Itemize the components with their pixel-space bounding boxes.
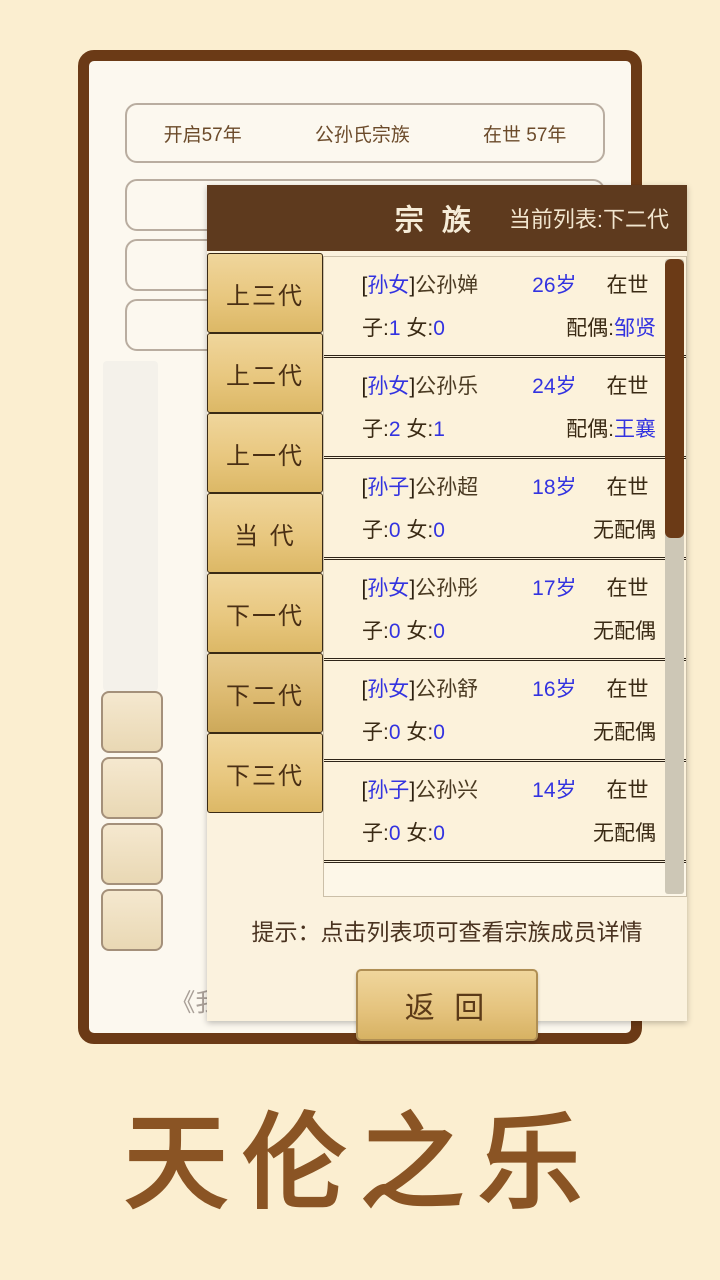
member-status: 在世 <box>606 476 649 499</box>
member-relation-text: 孙女 <box>367 678 410 701</box>
member-children-count: 子:0 女:0 <box>362 620 445 643</box>
member-children-count: 子:0 女:0 <box>362 822 445 845</box>
member-name-text: 公孙兴 <box>415 779 479 802</box>
member-primary-line: [孙女]公孙乐 24岁 在世 <box>340 370 670 400</box>
member-children-count: 子:0 女:0 <box>362 721 445 744</box>
generation-button[interactable]: 上一代 <box>207 413 323 493</box>
background-tab <box>101 889 163 951</box>
member-status: 在世 <box>606 678 649 701</box>
member-relation-text: 孙女 <box>367 577 410 600</box>
member-name: [孙女]公孙舒 <box>361 673 478 703</box>
member-status: 在世 <box>606 274 649 297</box>
list-scrollbar[interactable] <box>665 259 684 894</box>
member-age: 24岁 <box>532 375 577 398</box>
member-children-count: 子:2 女:1 <box>362 418 445 441</box>
member-relation-text: 孙子 <box>367 476 410 499</box>
member-secondary-line: 子:0 女:0 无配偶 <box>340 514 670 544</box>
member-name-text: 公孙彤 <box>415 577 479 600</box>
member-secondary-line: 子:1 女:0 配偶:邹贤 <box>340 312 670 342</box>
game-title: 天伦之乐 <box>123 1101 596 1224</box>
member-relation: [孙女] <box>361 577 416 600</box>
generation-button[interactable]: 下一代 <box>207 573 323 653</box>
member-secondary-line: 子:2 女:1 配偶:王襄 <box>340 413 670 443</box>
game-screen-frame: 开启57年 公孙氏宗族 在世 57年 《我的宗族》版本号 <box>78 50 687 1044</box>
member-status: 在世 <box>606 577 649 600</box>
member-secondary-line: 子:0 女:0 无配偶 <box>340 716 670 746</box>
member-relation: [孙子] <box>361 476 416 499</box>
member-relation: [孙女] <box>361 678 416 701</box>
member-list-item[interactable]: [孙子]公孙超 18岁 在世子:0 女:0 无配偶 <box>324 459 686 560</box>
member-spouse: 配偶:邹贤 <box>566 317 656 340</box>
member-relation-text: 孙女 <box>367 375 410 398</box>
member-spouse: 无配偶 <box>593 519 656 542</box>
dialog-footer: 提示：点击列表项可查看宗族成员详情 返 回 <box>207 897 687 1041</box>
background-tab-strip <box>101 691 163 955</box>
member-name-text: 公孙婵 <box>415 274 479 297</box>
member-relation: [孙女] <box>361 274 416 297</box>
background-tab <box>101 823 163 885</box>
member-primary-line: [孙女]公孙舒 16岁 在世 <box>340 673 670 703</box>
member-list-item[interactable]: [孙女]公孙婵 26岁 在世子:1 女:0 配偶:邹贤 <box>324 257 686 358</box>
background-tab <box>101 691 163 753</box>
member-name-text: 公孙超 <box>415 476 479 499</box>
member-secondary-line: 子:0 女:0 无配偶 <box>340 817 670 847</box>
member-secondary-line: 子:0 女:0 无配偶 <box>340 615 670 645</box>
member-list-item[interactable]: [孙女]公孙乐 24岁 在世子:2 女:1 配偶:王襄 <box>324 358 686 459</box>
member-age: 18岁 <box>532 476 577 499</box>
background-clan-name: 公孙氏宗族 <box>314 124 410 146</box>
dialog-body: 上三代 上二代 上一代当 代下一代 下二代 下三代 [孙女]公孙婵 26岁 在世 子:1 女:… <box>207 251 687 897</box>
member-list-container[interactable]: [孙女]公孙婵 26岁 在世 子:1 女:0 配偶:邹贤 [孙女]公孙乐 24岁 在世 子:2 … <box>323 256 687 897</box>
background-tab <box>101 757 163 819</box>
member-age: 14岁 <box>532 779 577 802</box>
member-relation: [孙子] <box>361 779 416 802</box>
dialog-title: 宗 族 <box>394 203 475 237</box>
member-name-text: 公孙乐 <box>415 375 479 398</box>
member-name: [孙女]公孙乐 <box>361 370 478 400</box>
member-status: 在世 <box>606 779 649 802</box>
member-name: [孙女]公孙彤 <box>361 572 478 602</box>
member-children-count: 子:0 女:0 <box>362 519 445 542</box>
member-list-item[interactable]: [孙女]公孙彤 17岁 在世子:0 女:0 无配偶 <box>324 560 686 661</box>
generation-button[interactable]: 当 代 <box>207 493 323 573</box>
member-relation-text: 孙子 <box>367 779 410 802</box>
hint-text: 提示：点击列表项可查看宗族成员详情 <box>251 919 643 945</box>
member-name: [孙子]公孙超 <box>361 471 478 501</box>
member-name-text: 公孙舒 <box>415 678 479 701</box>
member-status: 在世 <box>606 375 649 398</box>
member-name: [孙女]公孙婵 <box>361 269 478 299</box>
generation-button[interactable]: 下三代 <box>207 733 323 813</box>
back-button[interactable]: 返 回 <box>356 969 538 1041</box>
member-spouse: 无配偶 <box>593 822 656 845</box>
member-list[interactable]: [孙女]公孙婵 26岁 在世 子:1 女:0 配偶:邹贤 [孙女]公孙乐 24岁 在世 子:2 … <box>324 257 686 896</box>
member-primary-line: [孙女]公孙彤 17岁 在世 <box>340 572 670 602</box>
member-age: 17岁 <box>532 577 577 600</box>
generation-button[interactable]: 上二代 <box>207 333 323 413</box>
member-name: [孙子]公孙兴 <box>361 774 478 804</box>
generation-sidebar: 上三代 上二代 上一代当 代下一代 下二代 下三代 <box>207 251 323 897</box>
member-primary-line: [孙子]公孙超 18岁 在世 <box>340 471 670 501</box>
background-years-open: 开启57年 <box>163 124 242 146</box>
member-age: 26岁 <box>532 274 577 297</box>
background-years-alive: 在世 57年 <box>483 124 567 146</box>
member-children-count: 子:1 女:0 <box>362 317 445 340</box>
background-left-panel <box>103 361 158 691</box>
scrollbar-thumb[interactable] <box>665 259 684 539</box>
generation-button[interactable]: 下二代 <box>207 653 323 733</box>
current-list-label: 当前列表:下二代 <box>508 207 669 232</box>
member-list-item[interactable]: [孙女]公孙舒 16岁 在世子:0 女:0 无配偶 <box>324 661 686 762</box>
member-primary-line: [孙子]公孙兴 14岁 在世 <box>340 774 670 804</box>
member-spouse: 无配偶 <box>593 620 656 643</box>
member-relation-text: 孙女 <box>367 274 410 297</box>
member-spouse: 配偶:王襄 <box>566 418 656 441</box>
member-primary-line: [孙女]公孙婵 26岁 在世 <box>340 269 670 299</box>
generation-button[interactable]: 上三代 <box>207 253 323 333</box>
member-spouse: 无配偶 <box>593 721 656 744</box>
clan-dialog: 宗 族 当前列表:下二代 上三代 上二代 上一代当 代下一代 下二代 下三代 [孙女]公… <box>207 185 687 1041</box>
background-status-bar: 开启57年 公孙氏宗族 在世 57年 <box>125 103 605 163</box>
member-relation: [孙女] <box>361 375 416 398</box>
member-age: 16岁 <box>532 678 577 701</box>
dialog-header: 宗 族 当前列表:下二代 <box>207 185 687 251</box>
member-list-item[interactable]: [孙子]公孙兴 14岁 在世子:0 女:0 无配偶 <box>324 762 686 863</box>
app-root: 开启57年 公孙氏宗族 在世 57年 《我的宗族》版本号 <box>0 0 720 1280</box>
